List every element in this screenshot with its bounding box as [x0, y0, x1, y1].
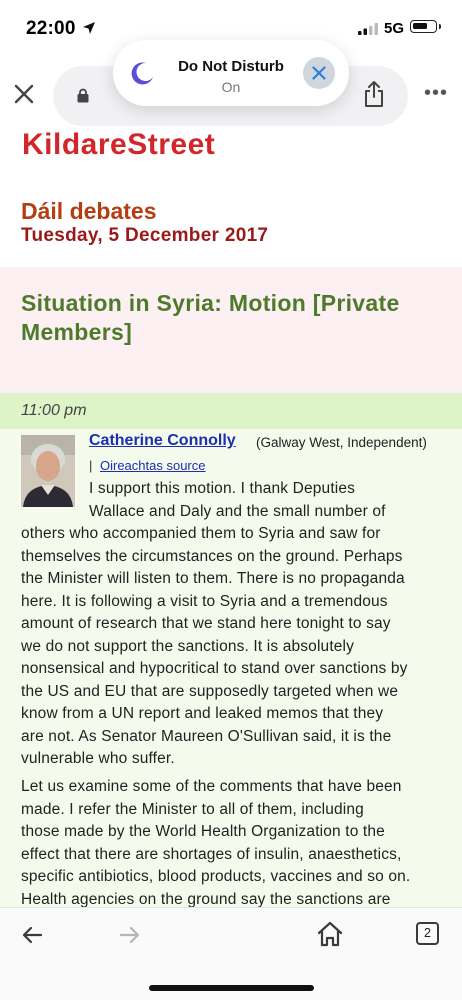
speaker-name-link[interactable]: Catherine Connolly	[89, 432, 236, 450]
speech-line: here. It is following a visit to Syria a…	[21, 592, 388, 610]
speech-time: 11:00 pm	[21, 402, 87, 419]
speech-line: themselves the circumstances on the grou…	[21, 547, 403, 565]
battery-fill	[413, 23, 427, 29]
speech-line: Wallace and Daly and the small number of	[89, 502, 386, 520]
speech-line: Let us examine some of the comments that…	[21, 778, 402, 795]
speech-line: specific antibiotics, blood products, va…	[21, 868, 411, 885]
location-arrow-icon	[82, 21, 96, 40]
close-icon[interactable]	[12, 82, 38, 108]
speech-line: made. I refer the Minister to all of the…	[21, 800, 364, 818]
status-time: 22:00	[26, 18, 76, 39]
speech-line: amount of research that we stand here to…	[21, 615, 391, 632]
speech-line: Health agencies on the ground say the sa…	[21, 890, 391, 908]
speech-line: are not. As Senator Maureen O'Sullivan s…	[21, 727, 392, 745]
debate-title: Situation in Syria: Motion [Private Memb…	[21, 290, 400, 345]
battery-icon	[410, 20, 441, 33]
speech-line: know from a UN report and leaked memos t…	[21, 705, 384, 722]
speech-line: others who accompanied them to Syria and…	[21, 525, 381, 542]
speech-line: those made by the World Health Organizat…	[21, 823, 385, 840]
speaker-constituency: (Galway West, Independent)	[256, 435, 427, 450]
speech-line: the US and EU that are supposedly target…	[21, 682, 399, 700]
speech-line: vulnerable who suffer.	[21, 750, 175, 767]
close-icon	[312, 66, 326, 80]
source-separator: |	[89, 458, 93, 473]
speech-line: nonsensical and hypocritical to stand ov…	[21, 660, 408, 677]
home-indicator[interactable]	[149, 985, 314, 991]
speech-line: we do not support the sanctions. It is a…	[21, 637, 355, 655]
share-icon[interactable]	[363, 80, 385, 113]
do-not-disturb-banner[interactable]: Do Not Disturb On	[113, 40, 349, 106]
forward-icon[interactable]	[118, 923, 142, 952]
speech: Catherine Connolly (Galway West, Indepen…	[0, 429, 462, 907]
more-icon[interactable]: •••	[424, 83, 448, 103]
speech-paragraph: Let us examine some of the comments that…	[21, 776, 410, 907]
lock-icon	[77, 88, 89, 108]
speech-paragraph: I support this motion. I thank Deputies …	[21, 478, 408, 771]
speech-time-bar: 11:00 pm	[0, 393, 462, 429]
house-heading[interactable]: Dáil debates	[21, 198, 157, 225]
debate-date[interactable]: Tuesday, 5 December 2017	[21, 225, 268, 247]
tabs-icon[interactable]: 2	[416, 922, 439, 945]
battery-nub	[438, 24, 441, 29]
speech-line: effect that there are shortages of insul…	[21, 845, 402, 863]
browser-bottom-bar: 2	[0, 907, 462, 1000]
speech-line: I support this motion. I thank Deputies	[89, 480, 356, 497]
dnd-close-button[interactable]	[303, 57, 335, 89]
back-icon[interactable]	[20, 923, 44, 952]
signal-icon	[358, 22, 378, 40]
site-logo[interactable]: KildareStreet	[22, 128, 215, 162]
network-type: 5G	[384, 20, 405, 37]
oireachtas-source-link[interactable]: Oireachtas source	[100, 458, 206, 473]
home-icon[interactable]	[316, 920, 344, 953]
speech-line: the Minister will listen to them. There …	[21, 570, 405, 587]
debate-title-panel: Situation in Syria: Motion [Private Memb…	[0, 267, 462, 393]
